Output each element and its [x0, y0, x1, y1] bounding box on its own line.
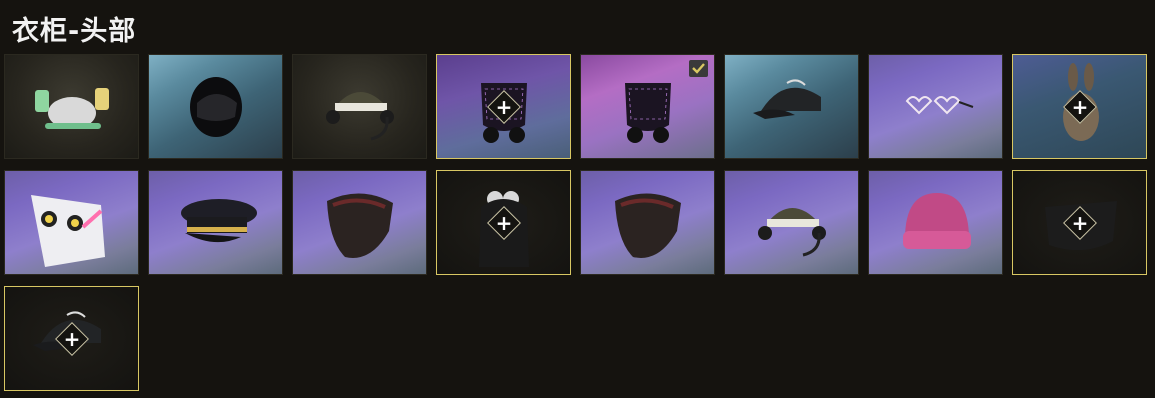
cell-military-cap-headset[interactable] [292, 54, 427, 159]
cell-black-cap[interactable]: + [4, 286, 139, 391]
cell-heart-glasses[interactable] [868, 54, 1003, 159]
cell-gas-mask-pink[interactable] [580, 54, 715, 159]
cell-gas-mask-dark[interactable]: + [436, 54, 571, 159]
cell-baseball-cap[interactable] [724, 54, 859, 159]
add-icon[interactable]: + [492, 209, 516, 237]
motorcycle-helmet-icon [190, 77, 242, 137]
cell-panda-hood[interactable]: + [436, 170, 571, 275]
cell-moto-helmet[interactable] [148, 54, 283, 159]
beanie-icon [903, 193, 971, 249]
add-icon[interactable]: + [1068, 93, 1092, 121]
officer-cap-icon [181, 199, 257, 243]
bandana-icon [327, 193, 393, 258]
cell-black-mask[interactable]: + [1012, 170, 1147, 275]
cell-headset-cap[interactable] [724, 170, 859, 275]
cell-camo-bandana[interactable] [580, 170, 715, 275]
headset-cap-icon [326, 92, 394, 141]
add-icon[interactable]: + [60, 325, 84, 353]
headset-cap-icon [758, 208, 826, 257]
page-title: 衣柜-头部 [12, 16, 137, 47]
wardrobe-screen: 衣柜-头部 + + + + + [0, 0, 1155, 398]
heart-glasses-icon [905, 96, 974, 115]
cell-bunny-mask[interactable]: + [1012, 54, 1147, 159]
checkmark-icon [689, 60, 708, 77]
cyber-helmet-icon [31, 195, 105, 267]
cell-cyber-helmet[interactable] [4, 170, 139, 275]
cell-red-bandana[interactable] [292, 170, 427, 275]
cell-beanie[interactable] [868, 170, 1003, 275]
bandana-icon [615, 193, 681, 258]
cell-helmet-cans[interactable] [4, 54, 139, 159]
add-icon[interactable]: + [492, 93, 516, 121]
drink-helmet-icon [35, 88, 109, 129]
cell-officer-cap[interactable] [148, 170, 283, 275]
add-icon[interactable]: + [1068, 209, 1092, 237]
baseball-cap-icon [753, 79, 821, 119]
